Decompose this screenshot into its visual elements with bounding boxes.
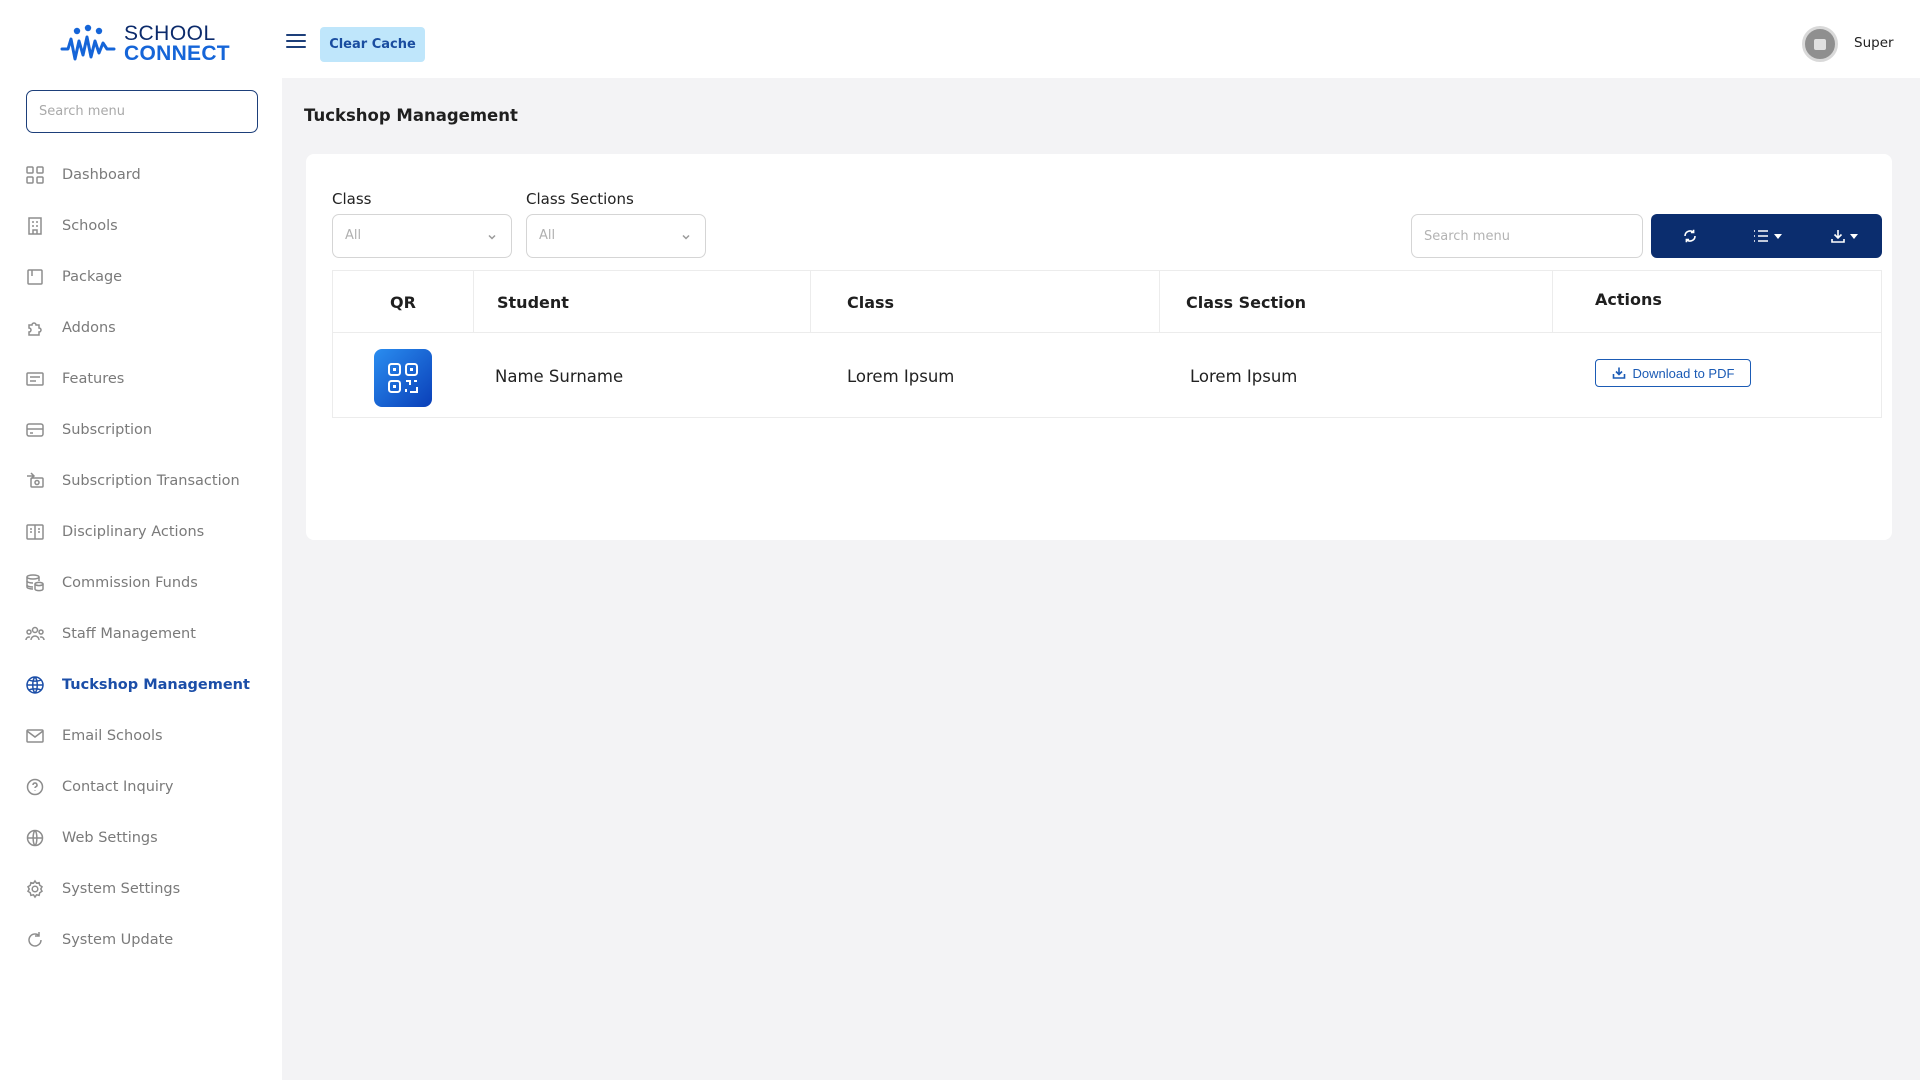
school-connect-logo[interactable]: SCHOOL CONNECT (60, 22, 230, 66)
download-icon (1612, 367, 1625, 379)
help-circle-icon (24, 776, 46, 798)
class-sections-filter-label: Class Sections (526, 190, 634, 208)
sidebar-item-system-settings[interactable]: System Settings (0, 863, 282, 914)
sidebar-item-package[interactable]: Package (0, 251, 282, 302)
caret-down-icon (1773, 233, 1782, 239)
sidebar-item-system-update[interactable]: System Update (0, 914, 282, 965)
sidebar-item-features[interactable]: Features (0, 353, 282, 404)
column-header-actions: Actions (1595, 289, 1662, 309)
sidebar-item-label: Email Schools (62, 727, 163, 744)
report-icon (24, 521, 46, 543)
table-search-input[interactable] (1411, 214, 1643, 258)
avatar-placeholder-icon (1814, 38, 1826, 50)
sidebar-item-email-schools[interactable]: Email Schools (0, 710, 282, 761)
top-bar: Clear Cache Super (282, 0, 1920, 78)
sidebar-item-web-settings[interactable]: Web Settings (0, 812, 282, 863)
chevron-down-icon (485, 229, 499, 243)
people-icon (24, 623, 46, 645)
sidebar-item-label: Disciplinary Actions (62, 523, 205, 540)
sidebar-item-label: Schools (62, 217, 118, 234)
columns-icon (1753, 230, 1768, 242)
sidebar-item-label: Subscription Transaction (62, 472, 240, 489)
sidebar-item-contact-inquiry[interactable]: Contact Inquiry (0, 761, 282, 812)
page-title: Tuckshop Management (304, 106, 518, 125)
sidebar: SCHOOL CONNECT Dashboard Schools Package… (0, 0, 282, 1080)
building-icon (24, 215, 46, 237)
mail-icon (24, 725, 46, 747)
sidebar-item-disciplinary-actions[interactable]: Disciplinary Actions (0, 506, 282, 557)
sidebar-item-label: Contact Inquiry (62, 778, 174, 795)
qr-code-icon (388, 363, 418, 393)
logo-mark-icon (60, 24, 116, 61)
column-header-student[interactable]: Student (497, 271, 569, 333)
credit-card-icon (24, 419, 46, 441)
puzzle-icon (24, 317, 46, 339)
sidebar-item-subscription-transaction[interactable]: Subscription Transaction (0, 455, 282, 506)
avatar[interactable] (1802, 26, 1838, 62)
refresh-icon (24, 929, 46, 951)
sidebar-item-staff-management[interactable]: Staff Management (0, 608, 282, 659)
cash-transfer-icon (24, 470, 46, 492)
sidebar-item-label: Package (62, 268, 123, 285)
chevron-down-icon (679, 229, 693, 243)
sidebar-item-subscription[interactable]: Subscription (0, 404, 282, 455)
globe-active-icon (24, 674, 46, 696)
sidebar-item-label: Web Settings (62, 829, 158, 846)
globe-icon (24, 827, 46, 849)
grid-icon (24, 164, 46, 186)
column-header-class[interactable]: Class (847, 271, 894, 333)
qr-code-button[interactable] (374, 349, 432, 407)
download-pdf-button[interactable]: Download to PDF (1595, 359, 1751, 387)
sidebar-item-label: Subscription (62, 421, 153, 438)
tuckshop-card: Class All Class Sections All QR Student … (306, 154, 1892, 540)
coins-icon (24, 572, 46, 594)
export-icon (1830, 230, 1845, 243)
sidebar-item-label: Commission Funds (62, 574, 198, 591)
class-select[interactable]: All (332, 214, 512, 258)
student-name: Name Surname (495, 367, 624, 386)
sidebar-item-label: Dashboard (62, 166, 141, 183)
sidebar-item-label: Addons (62, 319, 116, 336)
sidebar-item-label: System Settings (62, 880, 181, 897)
sidebar-search-input[interactable] (26, 90, 258, 133)
sidebar-item-label: Tuckshop Management (62, 676, 250, 693)
class-sections-select[interactable]: All (526, 214, 706, 258)
sidebar-item-addons[interactable]: Addons (0, 302, 282, 353)
sidebar-item-label: System Update (62, 931, 174, 948)
refresh-button[interactable] (1651, 214, 1728, 258)
refresh-icon (1683, 229, 1696, 243)
student-class-section: Lorem Ipsum (1190, 367, 1298, 386)
student-class: Lorem Ipsum (847, 367, 955, 386)
caret-down-icon (1849, 233, 1858, 239)
class-select-value: All (345, 228, 362, 243)
list-card-icon (24, 368, 46, 390)
box-icon (24, 266, 46, 288)
class-filter-label: Class (332, 190, 372, 208)
sidebar-item-commission-funds[interactable]: Commission Funds (0, 557, 282, 608)
columns-toggle-button[interactable] (1728, 214, 1805, 258)
column-header-qr[interactable]: QR (333, 271, 473, 333)
sidebar-item-tuckshop-management[interactable]: Tuckshop Management (0, 659, 282, 710)
class-sections-select-value: All (539, 228, 556, 243)
sidebar-nav: Dashboard Schools Package Addons Feature… (0, 149, 282, 965)
tuckshop-table: QR Student Class Class Section Actions N… (332, 270, 1882, 418)
user-name[interactable]: Super (1854, 35, 1894, 51)
logo-line-connect: CONNECT (124, 42, 230, 65)
download-pdf-label: Download to PDF (1632, 365, 1735, 381)
gear-icon (24, 878, 46, 900)
clear-cache-button[interactable]: Clear Cache (320, 27, 425, 62)
sidebar-item-label: Features (62, 370, 125, 387)
sidebar-item-label: Staff Management (62, 625, 196, 642)
table-header: QR Student Class Class Section Actions (333, 271, 1881, 333)
sidebar-item-schools[interactable]: Schools (0, 200, 282, 251)
menu-toggle-icon[interactable] (286, 34, 306, 50)
export-button[interactable] (1805, 214, 1882, 258)
column-header-class-section[interactable]: Class Section (1186, 271, 1306, 333)
table-toolbar (1651, 214, 1882, 258)
logo-line-school: SCHOOL (124, 22, 216, 45)
sidebar-item-dashboard[interactable]: Dashboard (0, 149, 282, 200)
